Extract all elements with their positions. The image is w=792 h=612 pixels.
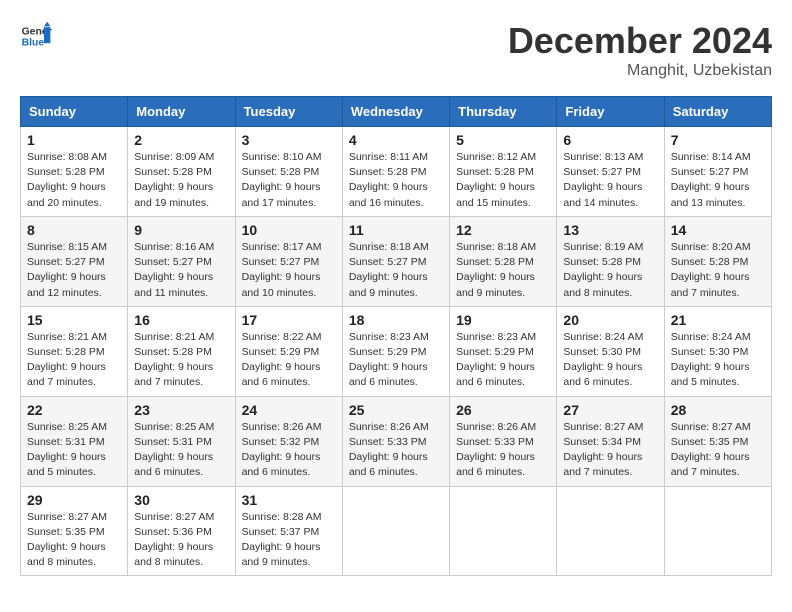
day-3: 3Sunrise: 8:10 AMSunset: 5:28 PMDaylight…: [235, 127, 342, 217]
page-header: General Blue December 2024 Manghit, Uzbe…: [20, 20, 772, 80]
title-block: December 2024 Manghit, Uzbekistan: [508, 20, 772, 80]
day-4: 4Sunrise: 8:11 AMSunset: 5:28 PMDaylight…: [342, 127, 449, 217]
day-23: 23Sunrise: 8:25 AMSunset: 5:31 PMDayligh…: [128, 396, 235, 486]
calendar-week-3: 15Sunrise: 8:21 AMSunset: 5:28 PMDayligh…: [21, 306, 772, 396]
month-title: December 2024: [508, 20, 772, 62]
col-monday: Monday: [128, 97, 235, 127]
day-14: 14Sunrise: 8:20 AMSunset: 5:28 PMDayligh…: [664, 216, 771, 306]
day-15: 15Sunrise: 8:21 AMSunset: 5:28 PMDayligh…: [21, 306, 128, 396]
col-thursday: Thursday: [450, 97, 557, 127]
empty-cell: [342, 486, 449, 576]
calendar-table: Sunday Monday Tuesday Wednesday Thursday…: [20, 96, 772, 576]
calendar-week-4: 22Sunrise: 8:25 AMSunset: 5:31 PMDayligh…: [21, 396, 772, 486]
svg-text:Blue: Blue: [22, 38, 45, 49]
col-tuesday: Tuesday: [235, 97, 342, 127]
day-10: 10Sunrise: 8:17 AMSunset: 5:27 PMDayligh…: [235, 216, 342, 306]
calendar-week-5: 29Sunrise: 8:27 AMSunset: 5:35 PMDayligh…: [21, 486, 772, 576]
day-31: 31Sunrise: 8:28 AMSunset: 5:37 PMDayligh…: [235, 486, 342, 576]
calendar-week-1: 1Sunrise: 8:08 AMSunset: 5:28 PMDaylight…: [21, 127, 772, 217]
calendar-week-2: 8Sunrise: 8:15 AMSunset: 5:27 PMDaylight…: [21, 216, 772, 306]
day-11: 11Sunrise: 8:18 AMSunset: 5:27 PMDayligh…: [342, 216, 449, 306]
location: Manghit, Uzbekistan: [508, 62, 772, 80]
day-28: 28Sunrise: 8:27 AMSunset: 5:35 PMDayligh…: [664, 396, 771, 486]
day-12: 12Sunrise: 8:18 AMSunset: 5:28 PMDayligh…: [450, 216, 557, 306]
day-7: 7Sunrise: 8:14 AMSunset: 5:27 PMDaylight…: [664, 127, 771, 217]
day-19: 19Sunrise: 8:23 AMSunset: 5:29 PMDayligh…: [450, 306, 557, 396]
day-20: 20Sunrise: 8:24 AMSunset: 5:30 PMDayligh…: [557, 306, 664, 396]
day-18: 18Sunrise: 8:23 AMSunset: 5:29 PMDayligh…: [342, 306, 449, 396]
day-6: 6Sunrise: 8:13 AMSunset: 5:27 PMDaylight…: [557, 127, 664, 217]
col-wednesday: Wednesday: [342, 97, 449, 127]
calendar-header-row: Sunday Monday Tuesday Wednesday Thursday…: [21, 97, 772, 127]
empty-cell: [664, 486, 771, 576]
empty-cell: [450, 486, 557, 576]
day-2: 2Sunrise: 8:09 AMSunset: 5:28 PMDaylight…: [128, 127, 235, 217]
col-sunday: Sunday: [21, 97, 128, 127]
day-1: 1Sunrise: 8:08 AMSunset: 5:28 PMDaylight…: [21, 127, 128, 217]
day-22: 22Sunrise: 8:25 AMSunset: 5:31 PMDayligh…: [21, 396, 128, 486]
day-24: 24Sunrise: 8:26 AMSunset: 5:32 PMDayligh…: [235, 396, 342, 486]
day-16: 16Sunrise: 8:21 AMSunset: 5:28 PMDayligh…: [128, 306, 235, 396]
logo: General Blue: [20, 20, 52, 52]
day-29: 29Sunrise: 8:27 AMSunset: 5:35 PMDayligh…: [21, 486, 128, 576]
col-saturday: Saturday: [664, 97, 771, 127]
col-friday: Friday: [557, 97, 664, 127]
day-21: 21Sunrise: 8:24 AMSunset: 5:30 PMDayligh…: [664, 306, 771, 396]
day-5: 5Sunrise: 8:12 AMSunset: 5:28 PMDaylight…: [450, 127, 557, 217]
day-30: 30Sunrise: 8:27 AMSunset: 5:36 PMDayligh…: [128, 486, 235, 576]
day-25: 25Sunrise: 8:26 AMSunset: 5:33 PMDayligh…: [342, 396, 449, 486]
empty-cell: [557, 486, 664, 576]
day-26: 26Sunrise: 8:26 AMSunset: 5:33 PMDayligh…: [450, 396, 557, 486]
day-13: 13Sunrise: 8:19 AMSunset: 5:28 PMDayligh…: [557, 216, 664, 306]
day-27: 27Sunrise: 8:27 AMSunset: 5:34 PMDayligh…: [557, 396, 664, 486]
logo-icon: General Blue: [20, 20, 52, 52]
day-8: 8Sunrise: 8:15 AMSunset: 5:27 PMDaylight…: [21, 216, 128, 306]
day-9: 9Sunrise: 8:16 AMSunset: 5:27 PMDaylight…: [128, 216, 235, 306]
day-17: 17Sunrise: 8:22 AMSunset: 5:29 PMDayligh…: [235, 306, 342, 396]
